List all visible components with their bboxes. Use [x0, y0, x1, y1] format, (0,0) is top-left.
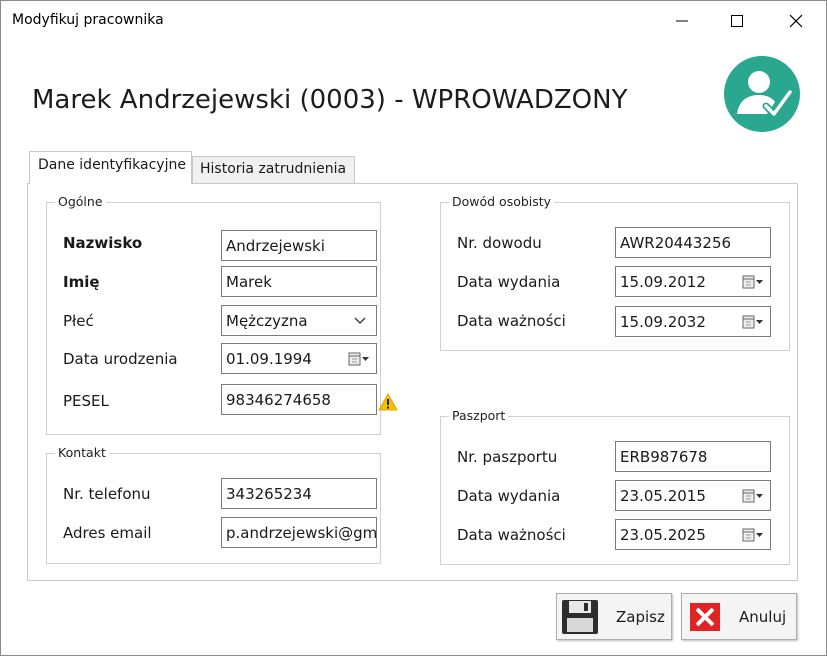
name-label: Imię	[63, 273, 100, 291]
name-value: Marek	[226, 273, 272, 291]
surname-input[interactable]: Andrzejewski	[221, 230, 377, 261]
id-expiry-value: 15.09.2032	[620, 313, 706, 331]
warning-icon	[378, 393, 398, 411]
id-expiry-label: Data ważności	[457, 312, 566, 330]
id-issue-label: Data wydania	[457, 273, 561, 291]
id-number-value: AWR20443256	[620, 234, 732, 252]
cancel-button[interactable]: Anuluj	[681, 593, 797, 640]
id-number-input[interactable]: AWR20443256	[615, 227, 771, 258]
id-issue-date-picker[interactable]: 15.09.2012	[615, 266, 771, 297]
calendar-dropdown-icon[interactable]	[742, 528, 764, 542]
dialog-window: Modyfikuj pracownika Marek Andrzejewski …	[0, 0, 827, 656]
minimize-button[interactable]	[659, 1, 705, 41]
passport-expiry-label: Data ważności	[457, 526, 566, 544]
birthdate-picker[interactable]: 01.09.1994	[221, 343, 377, 374]
page-title: Marek Andrzejewski (0003) - WPROWADZONY	[32, 85, 628, 115]
group-title: Kontakt	[55, 445, 109, 461]
id-issue-value: 15.09.2012	[620, 273, 706, 291]
surname-value: Andrzejewski	[226, 237, 325, 255]
id-expiry-date-picker[interactable]: 15.09.2032	[615, 306, 771, 337]
close-window-button[interactable]	[773, 1, 819, 41]
calendar-dropdown-icon[interactable]	[348, 352, 370, 366]
user-check-icon	[724, 56, 800, 132]
tab-employment-history[interactable]: Historia zatrudnienia	[192, 156, 355, 184]
pesel-input[interactable]: 98346274658	[221, 384, 377, 415]
gender-label: Płeć	[63, 312, 94, 330]
pesel-value: 98346274658	[226, 391, 331, 409]
pesel-label: PESEL	[63, 392, 109, 410]
tab-panel: Ogólne Nazwisko Andrzejewski Imię Marek …	[27, 183, 798, 581]
id-number-label: Nr. dowodu	[457, 234, 542, 252]
calendar-dropdown-icon[interactable]	[742, 315, 764, 329]
gender-select[interactable]: Mężczyzna	[221, 305, 377, 336]
passport-issue-label: Data wydania	[457, 487, 561, 505]
birthdate-label: Data urodzenia	[63, 350, 178, 368]
email-input[interactable]: p.andrzejewski@gm	[221, 517, 377, 548]
tab-identification[interactable]: Dane identyfikacyjne	[29, 151, 192, 184]
close-icon	[789, 14, 803, 28]
surname-label: Nazwisko	[63, 234, 143, 252]
birthdate-value: 01.09.1994	[226, 350, 312, 368]
passport-issue-date-picker[interactable]: 23.05.2015	[615, 480, 771, 511]
email-value: p.andrzejewski@gm	[226, 524, 377, 542]
passport-number-value: ERB987678	[620, 448, 708, 466]
group-title: Paszport	[449, 408, 509, 424]
group-title: Dowód osobisty	[449, 194, 555, 210]
phone-label: Nr. telefonu	[63, 485, 151, 503]
group-title: Ogólne	[55, 194, 106, 210]
gender-value: Mężczyzna	[226, 312, 308, 330]
passport-expiry-date-picker[interactable]: 23.05.2025	[615, 519, 771, 550]
passport-number-input[interactable]: ERB987678	[615, 441, 771, 472]
maximize-button[interactable]	[714, 1, 760, 41]
chevron-down-icon	[354, 317, 366, 324]
cancel-x-icon	[690, 603, 720, 631]
save-button-label: Zapisz	[616, 608, 665, 626]
minimize-icon	[676, 20, 688, 22]
title-bar: Modyfikuj pracownika	[1, 1, 826, 41]
cancel-button-label: Anuluj	[739, 608, 787, 626]
passport-expiry-value: 23.05.2025	[620, 526, 706, 544]
email-label: Adres email	[63, 524, 152, 542]
save-button[interactable]: Zapisz	[556, 593, 672, 640]
calendar-dropdown-icon[interactable]	[742, 275, 764, 289]
maximize-icon	[731, 15, 743, 27]
calendar-dropdown-icon[interactable]	[742, 489, 764, 503]
tab-label: Historia zatrudnienia	[200, 161, 347, 177]
passport-number-label: Nr. paszportu	[457, 448, 558, 466]
window-title: Modyfikuj pracownika	[12, 12, 164, 28]
save-disk-icon	[562, 600, 598, 634]
phone-value: 343265234	[226, 485, 312, 503]
passport-issue-value: 23.05.2015	[620, 487, 706, 505]
tab-label: Dane identyfikacyjne	[38, 157, 186, 173]
phone-input[interactable]: 343265234	[221, 478, 377, 509]
name-input[interactable]: Marek	[221, 266, 377, 297]
